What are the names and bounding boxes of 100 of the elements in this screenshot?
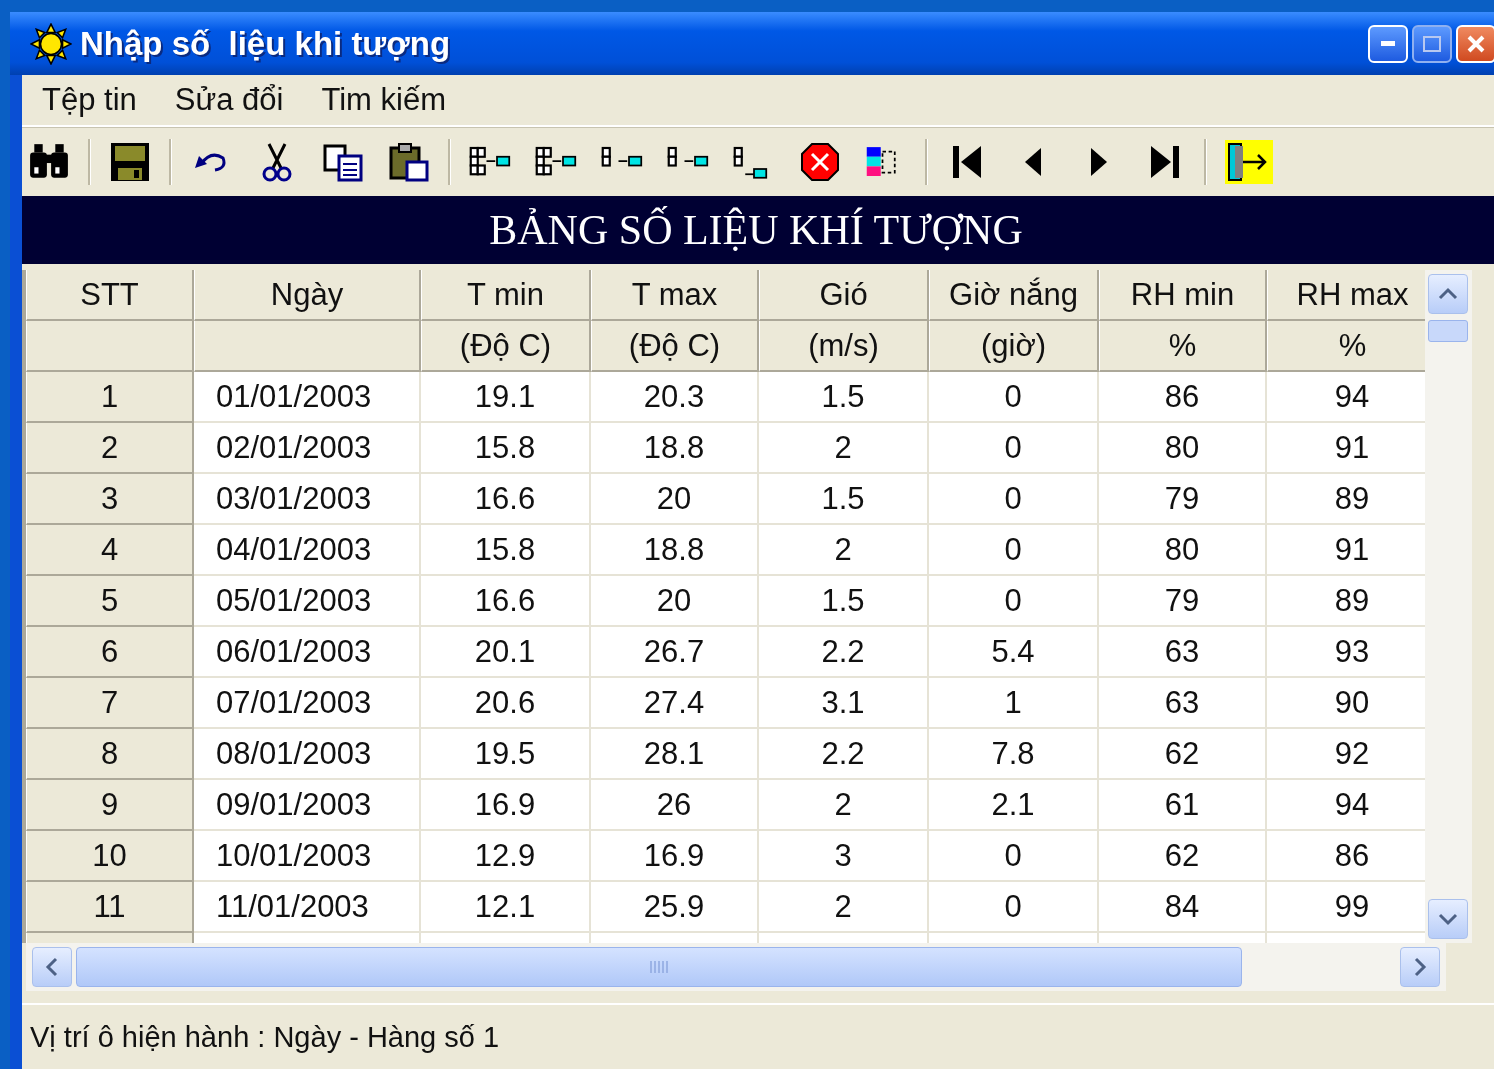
menu-item[interactable]: Tim kiếm <box>321 82 446 118</box>
copy-icon[interactable] <box>322 142 364 182</box>
horizontal-scrollbar[interactable] <box>26 943 1446 991</box>
table-cell[interactable]: 2 <box>759 423 929 474</box>
menu-item[interactable]: Sửa đổi <box>174 82 284 118</box>
table-cell[interactable]: 62 <box>1099 831 1267 882</box>
table-cell[interactable]: 16.6 <box>421 474 591 525</box>
table-cell[interactable]: 26 <box>591 780 759 831</box>
table-cell[interactable]: 61 <box>1099 780 1267 831</box>
row-number: 1 <box>26 372 194 423</box>
table-cell[interactable]: 0 <box>929 474 1099 525</box>
table-cell[interactable]: 15.8 <box>421 525 591 576</box>
column-header[interactable]: STT <box>26 270 194 321</box>
table-cell[interactable]: 1 <box>929 678 1099 729</box>
table-cell[interactable]: 63 <box>1099 678 1267 729</box>
table-cell[interactable]: 25.9 <box>591 882 759 933</box>
table-cell[interactable]: 0 <box>929 882 1099 933</box>
table-cell[interactable]: 5.4 <box>929 627 1099 678</box>
table-cell[interactable]: 79 <box>1099 474 1267 525</box>
column-header[interactable]: T max <box>591 270 759 321</box>
row-number: 2 <box>26 423 194 474</box>
table-cell[interactable]: 19.1 <box>421 372 591 423</box>
table-cell[interactable]: 12.1 <box>421 882 591 933</box>
table-cell[interactable]: 0 <box>929 372 1099 423</box>
table-cell[interactable]: 04/01/2003 <box>194 525 421 576</box>
table-cell[interactable]: 62 <box>1099 729 1267 780</box>
table-cell[interactable]: 7.8 <box>929 729 1099 780</box>
table-cell[interactable]: 0 <box>929 423 1099 474</box>
table-cell[interactable]: 08/01/2003 <box>194 729 421 780</box>
sun-icon <box>30 22 72 65</box>
table-cell[interactable]: 1.5 <box>759 576 929 627</box>
table-cell[interactable]: 16.9 <box>421 780 591 831</box>
scroll-up-button[interactable] <box>1428 274 1469 314</box>
table-cell[interactable]: 26.7 <box>591 627 759 678</box>
column-header[interactable]: Giờ nắng <box>929 270 1099 321</box>
table-cell[interactable]: 20.1 <box>421 627 591 678</box>
table-cell[interactable]: 10/01/2003 <box>194 831 421 882</box>
column-header[interactable]: RH min <box>1099 270 1267 321</box>
table-cell[interactable]: 02/01/2003 <box>194 423 421 474</box>
table-cell[interactable]: 20.3 <box>591 372 759 423</box>
row-number: 3 <box>26 474 194 525</box>
table-cell[interactable]: 79 <box>1099 576 1267 627</box>
table-cell[interactable]: 01/01/2003 <box>194 372 421 423</box>
column-header[interactable]: RH max <box>1267 270 1425 321</box>
table-cell[interactable]: 12.9 <box>421 831 591 882</box>
table-cell[interactable]: 80 <box>1099 423 1267 474</box>
table-cell[interactable]: 3 <box>759 831 929 882</box>
column-header[interactable]: T min <box>421 270 591 321</box>
scroll-down-button[interactable] <box>1428 899 1469 939</box>
column-header[interactable]: Gió <box>759 270 929 321</box>
status-text: Vị trí ô hiện hành : Ngày - Hàng số 1 <box>30 1020 500 1054</box>
row-number: 9 <box>26 780 194 831</box>
paste-icon[interactable] <box>388 142 430 182</box>
row-number: 11 <box>26 882 194 933</box>
table-cell[interactable]: 2.1 <box>929 780 1099 831</box>
table-cell[interactable]: 09/01/2003 <box>194 780 421 831</box>
table-cell[interactable]: 06/01/2003 <box>194 627 421 678</box>
scroll-left-button[interactable] <box>32 947 72 987</box>
close-button[interactable] <box>1456 24 1494 63</box>
table-cell[interactable]: 15.8 <box>421 423 591 474</box>
table-cell[interactable]: 80 <box>1099 525 1267 576</box>
table-cell[interactable]: 11/01/2003 <box>194 882 421 933</box>
table-cell[interactable]: 63 <box>1099 627 1267 678</box>
table-cell[interactable]: 2 <box>759 525 929 576</box>
table-cell[interactable]: 2 <box>759 780 929 831</box>
scroll-thumb[interactable] <box>1428 320 1469 342</box>
table-cell[interactable]: 2 <box>759 882 929 933</box>
table-cell[interactable]: 0 <box>929 525 1099 576</box>
delete-icon[interactable] <box>799 142 841 182</box>
scroll-right-button[interactable] <box>1400 947 1440 987</box>
exit-icon[interactable] <box>1225 140 1273 184</box>
table-cell[interactable]: 20 <box>591 576 759 627</box>
column-header[interactable]: Ngày <box>194 270 421 321</box>
table-cell[interactable]: 03/01/2003 <box>194 474 421 525</box>
table-cell[interactable]: 86 <box>1099 372 1267 423</box>
table-cell[interactable]: 1.5 <box>759 474 929 525</box>
vertical-scrollbar[interactable] <box>1424 270 1472 943</box>
table-cell[interactable]: 19.5 <box>421 729 591 780</box>
scroll-thumb[interactable] <box>76 947 1242 987</box>
table-cell[interactable]: 27.4 <box>591 678 759 729</box>
table-cell[interactable]: 28.1 <box>591 729 759 780</box>
table-cell[interactable]: 84 <box>1099 882 1267 933</box>
table-cell[interactable]: 20.6 <box>421 678 591 729</box>
table-cell[interactable]: 07/01/2003 <box>194 678 421 729</box>
save-icon[interactable] <box>109 142 151 182</box>
table-cell[interactable]: 05/01/2003 <box>194 576 421 627</box>
table-cell[interactable]: 16.9 <box>591 831 759 882</box>
table-cell[interactable]: 0 <box>929 576 1099 627</box>
table-cell[interactable]: 20 <box>591 474 759 525</box>
table-cell[interactable]: 16.6 <box>421 576 591 627</box>
table-cell[interactable]: 3.1 <box>759 678 929 729</box>
table-cell[interactable]: 2.2 <box>759 627 929 678</box>
table-cell[interactable]: 0 <box>929 831 1099 882</box>
table-cell[interactable]: 18.8 <box>591 423 759 474</box>
minimize-button[interactable] <box>1368 24 1408 63</box>
menu-item[interactable]: Tệp tin <box>42 82 137 118</box>
table-cell[interactable]: 1.5 <box>759 372 929 423</box>
maximize-button[interactable] <box>1412 24 1452 63</box>
table-cell[interactable]: 2.2 <box>759 729 929 780</box>
table-cell[interactable]: 18.8 <box>591 525 759 576</box>
